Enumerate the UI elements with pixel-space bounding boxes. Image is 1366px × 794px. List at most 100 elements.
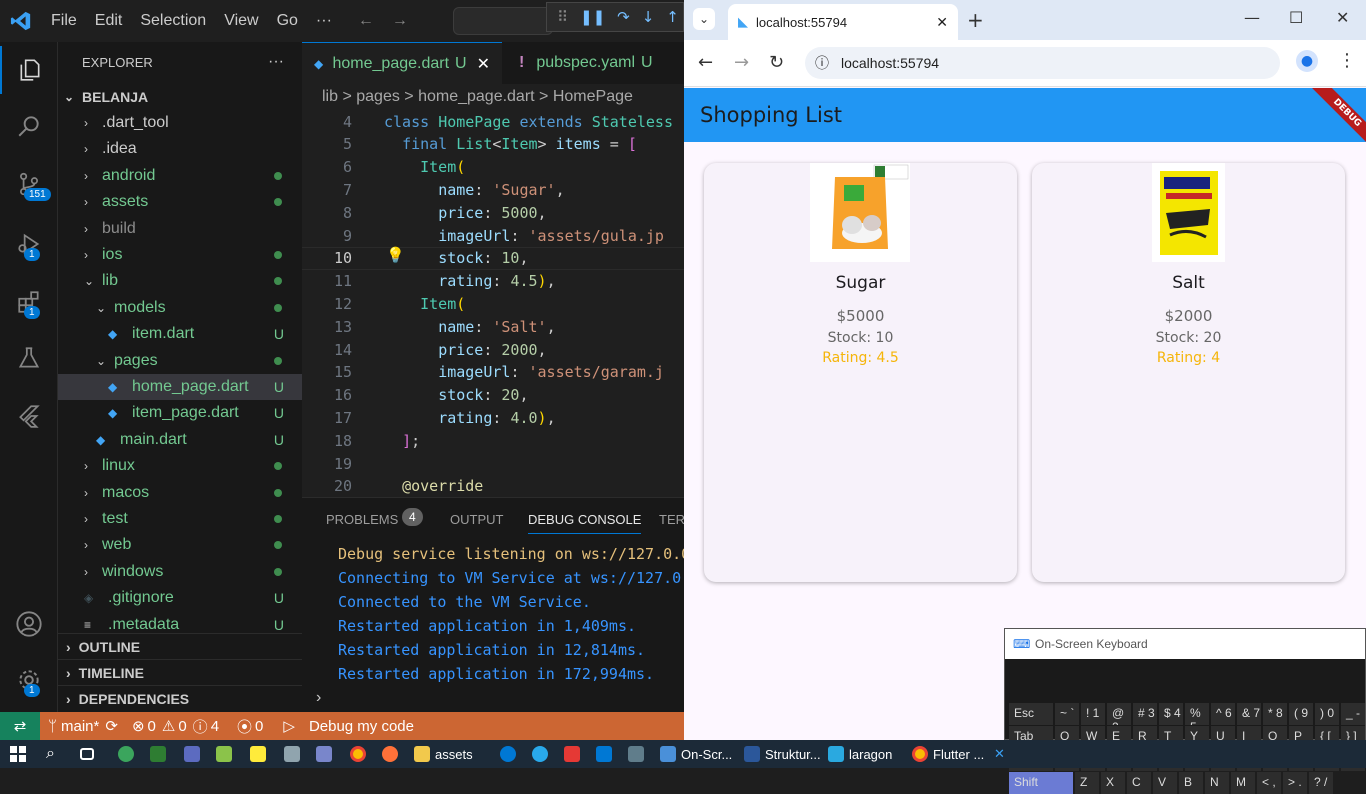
source-control-icon[interactable]: 151 bbox=[0, 160, 58, 208]
forward-arrow-icon[interactable]: → bbox=[734, 52, 749, 73]
tree-item[interactable]: › assets bbox=[58, 189, 302, 215]
pause-icon[interactable]: ❚❚ bbox=[580, 8, 605, 26]
menu-file[interactable]: File bbox=[42, 12, 86, 30]
explorer-icon[interactable] bbox=[0, 46, 58, 94]
osk-key[interactable]: C bbox=[1127, 772, 1151, 794]
tab-home-page[interactable]: ◆ home_page.dart U ✕ bbox=[302, 42, 502, 84]
new-tab-icon[interactable]: + bbox=[967, 8, 984, 32]
app-icon[interactable] bbox=[628, 740, 644, 768]
osk-key[interactable]: > . bbox=[1283, 772, 1307, 794]
product-card[interactable]: Salt $2000 Stock: 20 Rating: 4 bbox=[1032, 163, 1345, 582]
code-line[interactable]: 9 imageUrl: 'assets/gula.jp bbox=[302, 224, 684, 247]
warning-icon[interactable]: ⚠ bbox=[162, 717, 175, 735]
osk-key[interactable]: ( 9 bbox=[1289, 703, 1313, 725]
close-icon[interactable]: ✕ bbox=[477, 54, 490, 74]
app-icon[interactable] bbox=[150, 740, 166, 768]
taskbar-app-word[interactable]: Struktur... bbox=[744, 740, 821, 768]
menu-more[interactable]: ··· bbox=[307, 12, 341, 30]
app-icon[interactable] bbox=[284, 740, 300, 768]
product-card[interactable]: Sugar $5000 Stock: 10 Rating: 4.5 bbox=[704, 163, 1017, 582]
tab-terminal[interactable]: TERMINAL bbox=[659, 512, 684, 527]
search-icon[interactable] bbox=[0, 102, 58, 150]
breadcrumb[interactable]: lib > pages > home_page.dart > HomePage bbox=[302, 84, 684, 110]
osk-key[interactable]: $ 4 bbox=[1159, 703, 1183, 725]
code-line[interactable]: 14 price: 2000, bbox=[302, 338, 684, 361]
remote-icon[interactable]: ⇄ bbox=[0, 712, 40, 740]
menu-selection[interactable]: Selection bbox=[131, 12, 215, 30]
telegram-icon[interactable] bbox=[532, 740, 548, 768]
tab-problems[interactable]: PROBLEMS bbox=[326, 512, 398, 527]
code-line[interactable]: 6 Item( bbox=[302, 156, 684, 179]
branch-icon[interactable]: ᛘ bbox=[48, 718, 57, 735]
menu-go[interactable]: Go bbox=[268, 12, 307, 30]
step-out-icon[interactable]: ↑ bbox=[666, 8, 679, 26]
code-line[interactable]: 16 stock: 20, bbox=[302, 384, 684, 407]
osk-key[interactable]: Esc bbox=[1009, 703, 1053, 725]
nav-forward-icon[interactable]: → bbox=[383, 12, 417, 30]
code-line[interactable]: 19 bbox=[302, 452, 684, 475]
browser-menu-icon[interactable]: ⋮ bbox=[1338, 50, 1356, 71]
tab-pubspec[interactable]: ! pubspec.yaml U bbox=[507, 42, 684, 84]
run-debug-icon[interactable]: 1 bbox=[0, 220, 58, 268]
osk-key[interactable]: M bbox=[1231, 772, 1255, 794]
window-close-icon[interactable]: ✕ bbox=[1336, 8, 1349, 27]
extensions-icon[interactable]: 1 bbox=[0, 278, 58, 326]
taskbar-app-assets[interactable]: assets bbox=[414, 740, 473, 768]
nav-back-icon[interactable]: ← bbox=[349, 12, 383, 30]
taskbar-app-osk[interactable]: On-Scr... bbox=[660, 740, 732, 768]
osk-key[interactable]: N bbox=[1205, 772, 1229, 794]
tree-item[interactable]: › ios bbox=[58, 242, 302, 268]
osk-key[interactable]: Shift bbox=[1009, 772, 1073, 794]
tree-item[interactable]: ◆ item_page.dart U bbox=[58, 400, 302, 426]
testing-icon[interactable] bbox=[0, 334, 58, 382]
warning-count[interactable]: 0 bbox=[178, 718, 186, 735]
app-icon[interactable] bbox=[564, 740, 580, 768]
timeline-section[interactable]: › TIMELINE bbox=[58, 659, 302, 685]
osk-key[interactable]: @ 2 bbox=[1107, 703, 1131, 725]
tree-item[interactable]: ◆ main.dart U bbox=[58, 427, 302, 453]
tree-item[interactable]: › build bbox=[58, 216, 302, 242]
osk-key[interactable]: ? / bbox=[1309, 772, 1333, 794]
ports-count[interactable]: 0 bbox=[255, 718, 263, 735]
command-center-search[interactable] bbox=[453, 7, 553, 35]
tree-item[interactable]: › web bbox=[58, 532, 302, 558]
osk-key[interactable]: * 8 bbox=[1263, 703, 1287, 725]
tree-item[interactable]: › .idea bbox=[58, 136, 302, 162]
tab-close-icon[interactable]: ✕ bbox=[936, 14, 948, 31]
tree-item[interactable]: ⌄ models bbox=[58, 295, 302, 321]
osk-key[interactable]: Z bbox=[1075, 772, 1099, 794]
code-line[interactable]: 13 name: 'Salt', bbox=[302, 315, 684, 338]
browser-tab[interactable]: ◣ localhost:55794 ✕ bbox=[728, 4, 958, 40]
tree-item[interactable]: › .dart_tool bbox=[58, 110, 302, 136]
task-view-icon[interactable] bbox=[80, 740, 94, 768]
reload-icon[interactable]: ↻ bbox=[769, 52, 784, 73]
tree-item[interactable]: › linux bbox=[58, 453, 302, 479]
vscode-taskbar-icon[interactable] bbox=[596, 740, 612, 768]
explorer-more-icon[interactable]: ··· bbox=[268, 53, 284, 71]
tree-item[interactable]: › android bbox=[58, 163, 302, 189]
vscode-taskbar-icon[interactable]: ✕ bbox=[994, 740, 1005, 768]
profile-avatar-icon[interactable]: ● bbox=[1296, 50, 1318, 72]
osk-key[interactable]: ~ ` bbox=[1055, 703, 1079, 725]
code-line[interactable]: 15 imageUrl: 'assets/garam.j bbox=[302, 361, 684, 384]
tree-item[interactable]: › windows bbox=[58, 559, 302, 585]
code-line[interactable]: 18 ]; bbox=[302, 429, 684, 452]
manage-gear-icon[interactable]: 1 bbox=[0, 656, 58, 704]
osk-key[interactable]: _ - bbox=[1341, 703, 1365, 725]
dependencies-section[interactable]: › DEPENDENCIES bbox=[58, 685, 302, 711]
code-line[interactable]: 8 price: 5000, bbox=[302, 201, 684, 224]
error-count[interactable]: 0 bbox=[148, 718, 156, 735]
app-icon[interactable] bbox=[250, 740, 266, 768]
app-icon[interactable] bbox=[118, 740, 134, 768]
lightbulb-icon[interactable]: 💡 bbox=[386, 246, 405, 264]
osk-key[interactable]: < , bbox=[1257, 772, 1281, 794]
osk-key[interactable]: B bbox=[1179, 772, 1203, 794]
account-icon[interactable] bbox=[0, 600, 58, 648]
tab-debug-console[interactable]: DEBUG CONSOLE bbox=[528, 512, 642, 534]
app-icon[interactable] bbox=[316, 740, 332, 768]
code-line[interactable]: 4 class HomePage extends Stateless bbox=[302, 110, 684, 133]
code-line[interactable]: 17 rating: 4.0), bbox=[302, 406, 684, 429]
osk-key[interactable]: % 5 bbox=[1185, 703, 1209, 725]
app-icon[interactable] bbox=[184, 740, 200, 768]
menu-view[interactable]: View bbox=[215, 12, 267, 30]
